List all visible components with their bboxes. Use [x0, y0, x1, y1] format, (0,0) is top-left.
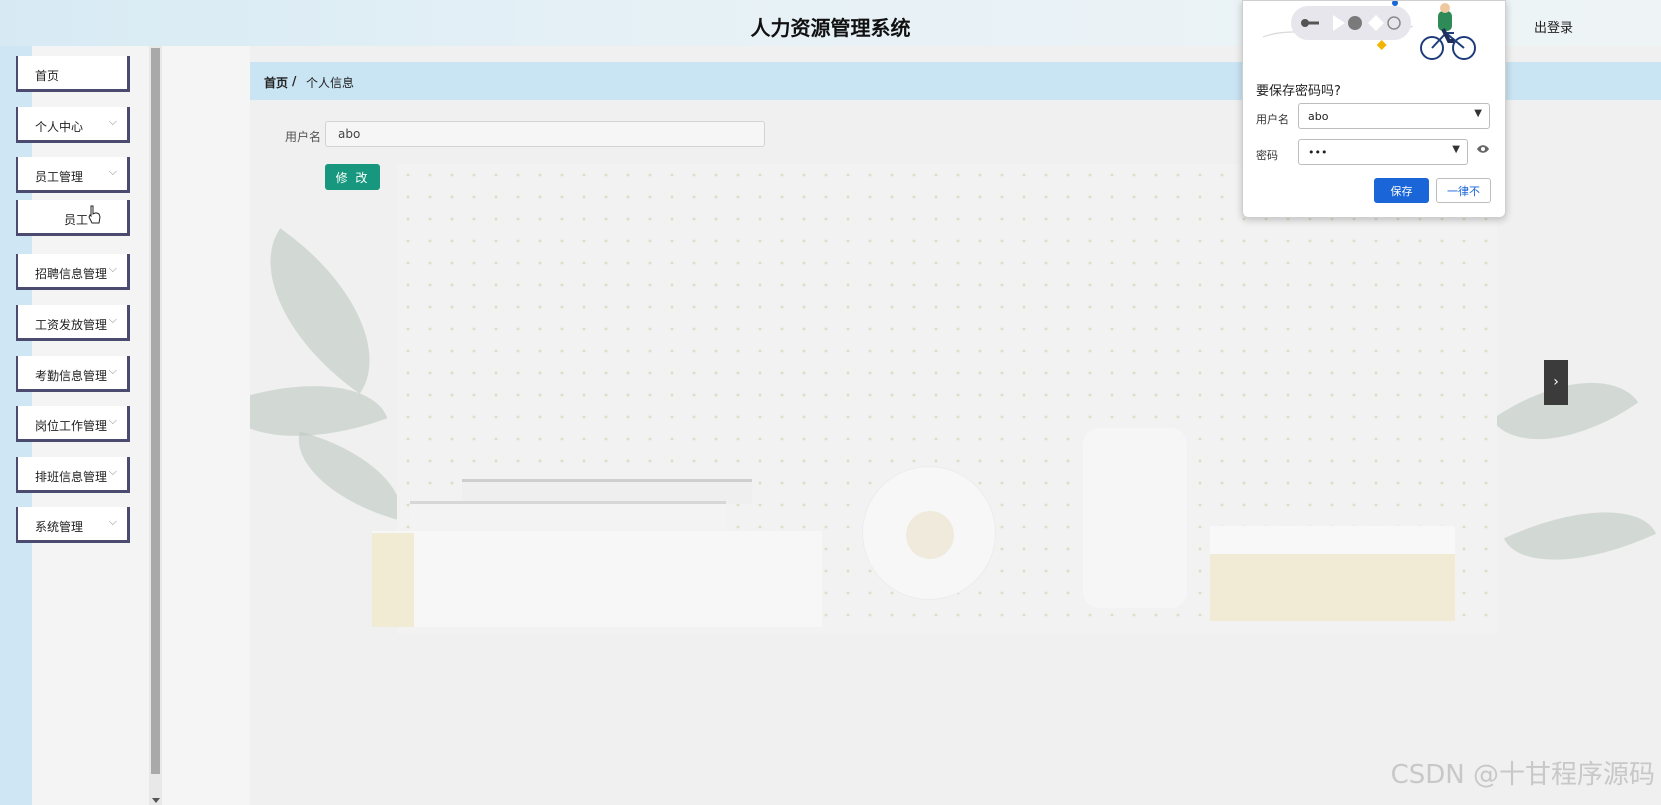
logout-link[interactable]: 出登录	[1534, 17, 1573, 36]
plant-leaf-decoration	[250, 228, 412, 394]
tape-roll-decoration	[906, 511, 954, 559]
plant-leaf-decoration	[1503, 479, 1657, 593]
chevron-down-icon: ⌵	[108, 115, 117, 128]
book-decoration	[410, 501, 726, 530]
save-password-popup: 要保存密码吗? 用户名 abo ▼ 密码 ••• ▼ 保存 一律不	[1242, 0, 1506, 218]
chevron-down-icon: ⌵	[108, 515, 117, 528]
sidebar-item-attendance[interactable]: 考勤信息管理 ⌵	[16, 356, 130, 392]
side-expand-button[interactable]: ›	[1544, 360, 1568, 405]
scrollbar-thumb[interactable]	[151, 48, 160, 774]
plant-leaf-decoration	[284, 431, 416, 521]
username-field[interactable]	[325, 121, 765, 147]
sidebar-item-recruitment[interactable]: 招聘信息管理 ⌵	[16, 254, 130, 290]
popup-username-label: 用户名	[1256, 113, 1289, 126]
sidebar-item-label: 工资发放管理	[35, 318, 108, 332]
save-password-title: 要保存密码吗?	[1256, 84, 1341, 99]
modify-button[interactable]: 修 改	[325, 164, 380, 190]
sidebar-item-label: 系统管理	[35, 520, 84, 534]
chevron-down-icon: ⌵	[108, 364, 117, 377]
eye-icon[interactable]	[1476, 144, 1490, 154]
sidebar-item-personal-center[interactable]: 个人中心 ⌵	[16, 107, 130, 143]
password-illustration	[1262, 1, 1476, 60]
sidebar-item-system[interactable]: 系统管理 ⌵	[16, 507, 130, 543]
chevron-down-icon: ⌵	[108, 313, 117, 326]
chevron-down-icon: ⌵	[108, 465, 117, 478]
popup-username-value: abo	[1308, 110, 1329, 123]
never-save-button[interactable]: 一律不	[1436, 178, 1491, 203]
save-password-button[interactable]: 保存	[1374, 178, 1429, 203]
dropdown-caret-icon: ▼	[1452, 144, 1460, 155]
chevron-down-icon: ⌵	[108, 262, 117, 275]
chevron-down-icon: ⌵	[108, 414, 117, 427]
sidebar-item-home[interactable]: 首页	[16, 56, 130, 92]
sidebar-item-salary[interactable]: 工资发放管理 ⌵	[16, 305, 130, 341]
sidebar-item-label: 岗位工作管理	[35, 419, 108, 433]
breadcrumb-separator: /	[292, 74, 297, 88]
book-decoration	[372, 533, 414, 627]
sidebar-scrollbar[interactable]	[149, 46, 162, 805]
sidebar-item-schedule[interactable]: 排班信息管理 ⌵	[16, 457, 130, 493]
cylinder-decoration	[1083, 428, 1187, 608]
username-label: 用户名	[285, 130, 322, 144]
popup-password-value: •••	[1308, 146, 1328, 159]
sidebar-item-employee-management[interactable]: 员工管理 ⌵	[16, 157, 130, 193]
breadcrumb-current: 个人信息	[306, 76, 355, 90]
content-gutter	[162, 46, 250, 805]
popup-username-select[interactable]: abo ▼	[1298, 103, 1490, 129]
sidebar-item-label: 招聘信息管理	[35, 267, 108, 281]
hand-cursor-icon	[88, 205, 101, 224]
watermark: CSDN @十甘程序源码	[1390, 760, 1655, 790]
sidebar-item-label: 排班信息管理	[35, 470, 108, 484]
sidebar-item-label: 员工管理	[35, 170, 84, 184]
dropdown-caret-icon: ▼	[1474, 108, 1482, 119]
sidebar-item-label: 首页	[35, 69, 60, 83]
scroll-down-arrow-icon[interactable]	[152, 798, 160, 803]
sidebar-item-label: 考勤信息管理	[35, 369, 108, 383]
book-decoration	[372, 531, 822, 627]
sidebar-item-label: 个人中心	[35, 120, 84, 134]
popup-password-select[interactable]: ••• ▼	[1298, 139, 1468, 165]
breadcrumb-home[interactable]: 首页	[264, 74, 288, 91]
sidebar-subitem-employee[interactable]: 员工	[16, 200, 130, 236]
sidebar-item-position[interactable]: 岗位工作管理 ⌵	[16, 406, 130, 442]
chevron-down-icon: ⌵	[108, 165, 117, 178]
popup-password-label: 密码	[1256, 149, 1278, 162]
box-decoration	[1210, 526, 1455, 554]
sidebar-item-label: 员工	[64, 213, 89, 227]
